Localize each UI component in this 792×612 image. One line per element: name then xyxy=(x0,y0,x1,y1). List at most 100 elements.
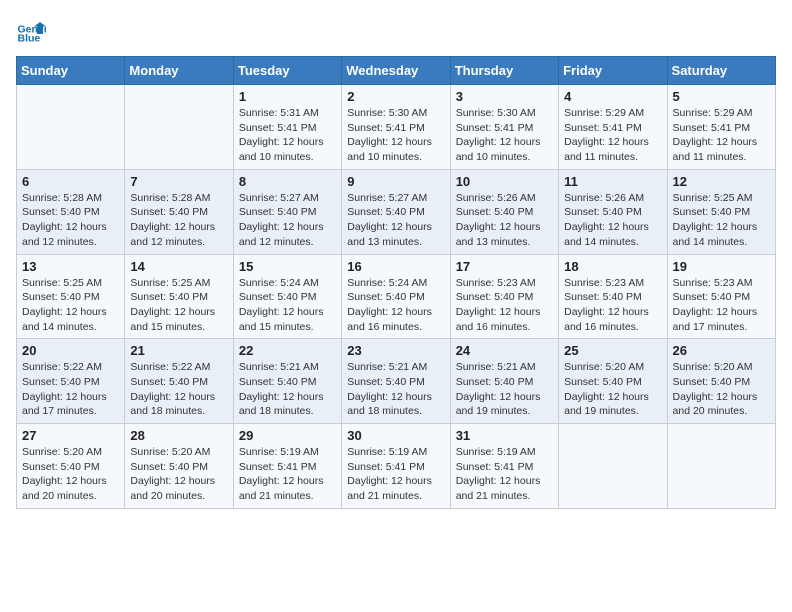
day-details: Sunrise: 5:19 AMSunset: 5:41 PMDaylight:… xyxy=(456,445,553,504)
header-cell-tuesday: Tuesday xyxy=(233,57,341,85)
day-number: 23 xyxy=(347,343,444,358)
calendar-cell: 14Sunrise: 5:25 AMSunset: 5:40 PMDayligh… xyxy=(125,254,233,339)
day-details: Sunrise: 5:27 AMSunset: 5:40 PMDaylight:… xyxy=(347,191,444,250)
calendar-cell: 18 Sunrise: 5:23 AMSunset: 5:40 PMDayligh… xyxy=(559,254,667,339)
calendar-cell xyxy=(125,85,233,170)
logo: General Blue xyxy=(16,16,50,46)
day-number: 24 xyxy=(456,343,553,358)
day-details: Sunrise: 5:20 AMSunset: 5:40 PMDaylight:… xyxy=(130,445,227,504)
logo-icon: General Blue xyxy=(16,16,46,46)
day-details: Sunrise: 5:26 AMSunset: 5:40 PMDaylight:… xyxy=(564,191,661,250)
calendar-body: 1Sunrise: 5:31 AMSunset: 5:41 PMDaylight… xyxy=(17,85,776,509)
header-row: SundayMondayTuesdayWednesdayThursdayFrid… xyxy=(17,57,776,85)
calendar-week: 13Sunrise: 5:25 AMSunset: 5:40 PMDayligh… xyxy=(17,254,776,339)
day-number: 11 xyxy=(564,174,661,189)
calendar-cell: 11 Sunrise: 5:26 AMSunset: 5:40 PMDayligh… xyxy=(559,169,667,254)
calendar-cell: 8 Sunrise: 5:27 AMSunset: 5:40 PMDaylight… xyxy=(233,169,341,254)
header-cell-sunday: Sunday xyxy=(17,57,125,85)
day-details: Sunrise: 5:26 AMSunset: 5:40 PMDaylight:… xyxy=(456,191,553,250)
day-details: Sunrise: 5:25 AMSunset: 5:40 PMDaylight:… xyxy=(673,191,770,250)
day-number: 17 xyxy=(456,259,553,274)
day-number: 29 xyxy=(239,428,336,443)
calendar-cell: 31Sunrise: 5:19 AMSunset: 5:41 PMDayligh… xyxy=(450,424,558,509)
calendar-cell: 24 Sunrise: 5:21 AMSunset: 5:40 PMDayligh… xyxy=(450,339,558,424)
calendar-cell: 23 Sunrise: 5:21 AMSunset: 5:40 PMDayligh… xyxy=(342,339,450,424)
calendar-cell: 12 Sunrise: 5:25 AMSunset: 5:40 PMDayligh… xyxy=(667,169,775,254)
day-details: Sunrise: 5:27 AMSunset: 5:40 PMDaylight:… xyxy=(239,191,336,250)
calendar-cell: 28Sunrise: 5:20 AMSunset: 5:40 PMDayligh… xyxy=(125,424,233,509)
day-number: 10 xyxy=(456,174,553,189)
calendar-cell: 22 Sunrise: 5:21 AMSunset: 5:40 PMDayligh… xyxy=(233,339,341,424)
day-number: 21 xyxy=(130,343,227,358)
calendar-week: 27 Sunrise: 5:20 AMSunset: 5:40 PMDayligh… xyxy=(17,424,776,509)
calendar-cell: 1Sunrise: 5:31 AMSunset: 5:41 PMDaylight… xyxy=(233,85,341,170)
day-details: Sunrise: 5:23 AMSunset: 5:40 PMDaylight:… xyxy=(456,276,553,335)
day-details: Sunrise: 5:24 AMSunset: 5:40 PMDaylight:… xyxy=(347,276,444,335)
calendar-cell: 20 Sunrise: 5:22 AMSunset: 5:40 PMDayligh… xyxy=(17,339,125,424)
day-number: 26 xyxy=(673,343,770,358)
calendar-cell: 7 Sunrise: 5:28 AMSunset: 5:40 PMDaylight… xyxy=(125,169,233,254)
day-details: Sunrise: 5:21 AMSunset: 5:40 PMDaylight:… xyxy=(239,360,336,419)
day-number: 19 xyxy=(673,259,770,274)
day-number: 30 xyxy=(347,428,444,443)
calendar-cell: 30 Sunrise: 5:19 AMSunset: 5:41 PMDayligh… xyxy=(342,424,450,509)
day-details: Sunrise: 5:30 AMSunset: 5:41 PMDaylight:… xyxy=(347,106,444,165)
calendar-week: 1Sunrise: 5:31 AMSunset: 5:41 PMDaylight… xyxy=(17,85,776,170)
day-details: Sunrise: 5:22 AMSunset: 5:40 PMDaylight:… xyxy=(130,360,227,419)
calendar-cell: 29 Sunrise: 5:19 AMSunset: 5:41 PMDayligh… xyxy=(233,424,341,509)
day-number: 13 xyxy=(22,259,119,274)
day-number: 27 xyxy=(22,428,119,443)
day-details: Sunrise: 5:20 AMSunset: 5:40 PMDaylight:… xyxy=(564,360,661,419)
calendar-cell: 19Sunrise: 5:23 AMSunset: 5:40 PMDayligh… xyxy=(667,254,775,339)
day-number: 22 xyxy=(239,343,336,358)
calendar-cell xyxy=(559,424,667,509)
header-cell-saturday: Saturday xyxy=(667,57,775,85)
day-details: Sunrise: 5:20 AMSunset: 5:40 PMDaylight:… xyxy=(673,360,770,419)
day-number: 8 xyxy=(239,174,336,189)
calendar-cell: 5 Sunrise: 5:29 AMSunset: 5:41 PMDaylight… xyxy=(667,85,775,170)
day-details: Sunrise: 5:29 AMSunset: 5:41 PMDaylight:… xyxy=(564,106,661,165)
day-details: Sunrise: 5:31 AMSunset: 5:41 PMDaylight:… xyxy=(239,106,336,165)
calendar-cell: 15 Sunrise: 5:24 AMSunset: 5:40 PMDayligh… xyxy=(233,254,341,339)
day-number: 12 xyxy=(673,174,770,189)
day-number: 15 xyxy=(239,259,336,274)
header-cell-wednesday: Wednesday xyxy=(342,57,450,85)
day-details: Sunrise: 5:28 AMSunset: 5:40 PMDaylight:… xyxy=(22,191,119,250)
day-number: 2 xyxy=(347,89,444,104)
calendar-table: SundayMondayTuesdayWednesdayThursdayFrid… xyxy=(16,56,776,509)
day-number: 6 xyxy=(22,174,119,189)
day-details: Sunrise: 5:28 AMSunset: 5:40 PMDaylight:… xyxy=(130,191,227,250)
day-number: 14 xyxy=(130,259,227,274)
day-number: 7 xyxy=(130,174,227,189)
calendar-cell: 27 Sunrise: 5:20 AMSunset: 5:40 PMDayligh… xyxy=(17,424,125,509)
day-number: 3 xyxy=(456,89,553,104)
day-details: Sunrise: 5:24 AMSunset: 5:40 PMDaylight:… xyxy=(239,276,336,335)
day-details: Sunrise: 5:19 AMSunset: 5:41 PMDaylight:… xyxy=(239,445,336,504)
day-number: 16 xyxy=(347,259,444,274)
calendar-cell: 25Sunrise: 5:20 AMSunset: 5:40 PMDayligh… xyxy=(559,339,667,424)
calendar-cell: 16 Sunrise: 5:24 AMSunset: 5:40 PMDayligh… xyxy=(342,254,450,339)
calendar-cell: 6 Sunrise: 5:28 AMSunset: 5:40 PMDaylight… xyxy=(17,169,125,254)
day-details: Sunrise: 5:21 AMSunset: 5:40 PMDaylight:… xyxy=(347,360,444,419)
calendar-header: SundayMondayTuesdayWednesdayThursdayFrid… xyxy=(17,57,776,85)
day-details: Sunrise: 5:23 AMSunset: 5:40 PMDaylight:… xyxy=(564,276,661,335)
day-number: 20 xyxy=(22,343,119,358)
header-cell-friday: Friday xyxy=(559,57,667,85)
day-number: 18 xyxy=(564,259,661,274)
day-details: Sunrise: 5:29 AMSunset: 5:41 PMDaylight:… xyxy=(673,106,770,165)
header-cell-monday: Monday xyxy=(125,57,233,85)
day-details: Sunrise: 5:22 AMSunset: 5:40 PMDaylight:… xyxy=(22,360,119,419)
calendar-week: 20 Sunrise: 5:22 AMSunset: 5:40 PMDayligh… xyxy=(17,339,776,424)
calendar-cell: 2 Sunrise: 5:30 AMSunset: 5:41 PMDaylight… xyxy=(342,85,450,170)
day-details: Sunrise: 5:20 AMSunset: 5:40 PMDaylight:… xyxy=(22,445,119,504)
day-details: Sunrise: 5:30 AMSunset: 5:41 PMDaylight:… xyxy=(456,106,553,165)
calendar-cell: 13Sunrise: 5:25 AMSunset: 5:40 PMDayligh… xyxy=(17,254,125,339)
day-details: Sunrise: 5:19 AMSunset: 5:41 PMDaylight:… xyxy=(347,445,444,504)
calendar-cell: 9Sunrise: 5:27 AMSunset: 5:40 PMDaylight… xyxy=(342,169,450,254)
page-header: General Blue xyxy=(16,16,776,46)
day-number: 5 xyxy=(673,89,770,104)
svg-text:Blue: Blue xyxy=(18,33,41,45)
calendar-week: 6 Sunrise: 5:28 AMSunset: 5:40 PMDaylight… xyxy=(17,169,776,254)
day-details: Sunrise: 5:21 AMSunset: 5:40 PMDaylight:… xyxy=(456,360,553,419)
header-cell-thursday: Thursday xyxy=(450,57,558,85)
